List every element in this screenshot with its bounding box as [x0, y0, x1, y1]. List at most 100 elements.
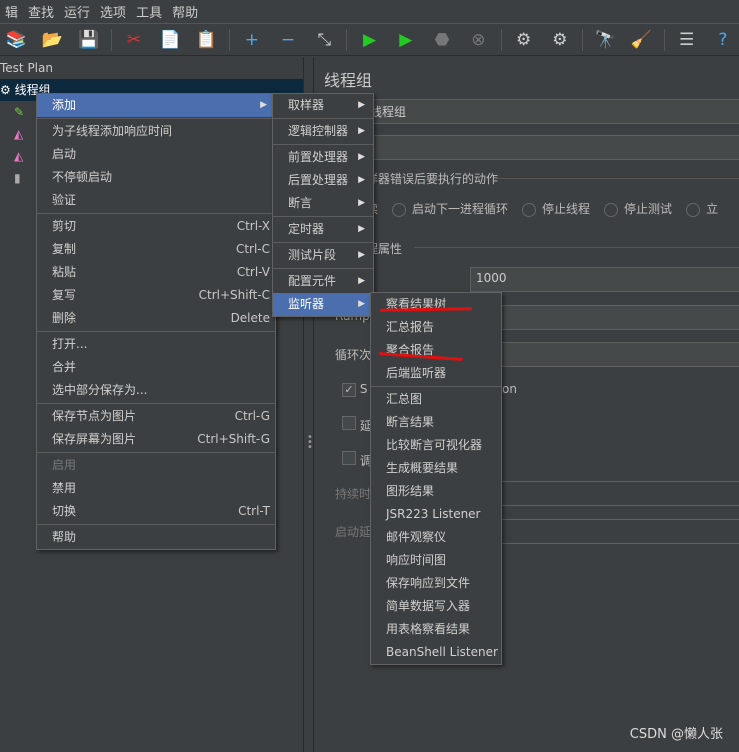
reset-search-button[interactable]: 🧹 [625, 26, 657, 54]
menu-item[interactable]: 删除 Delete [37, 307, 275, 330]
menu-item[interactable]: 后置处理器 ▶ [273, 169, 373, 192]
menu-item-label: 粘贴 [52, 265, 77, 279]
submenu-arrow-icon: ▶ [358, 152, 365, 162]
menu-separator [273, 268, 373, 269]
menu-item[interactable]: 保存屏幕为图片 Ctrl+Shift-G [37, 428, 275, 451]
menu-item[interactable]: 断言 ▶ [273, 192, 373, 215]
name-input[interactable]: 线程组 [364, 99, 739, 124]
toolbar-separator [582, 29, 583, 51]
menu-item[interactable]: BeanShell Listener [371, 641, 501, 664]
menu-1[interactable]: 查找 [23, 2, 59, 21]
tree-item-test-plan[interactable]: Test Plan [0, 57, 303, 79]
menu-item-label: 为子线程添加响应时间 [52, 124, 173, 138]
menu-item[interactable]: 后端监听器 [371, 362, 501, 385]
ramp-input[interactable] [470, 305, 739, 330]
menu-item-label: 汇总报告 [386, 320, 435, 334]
menu-item[interactable]: 测试片段 ▶ [273, 244, 373, 267]
stop-button[interactable]: ⬣ [426, 26, 458, 54]
menu-item-label: 复写 [52, 288, 77, 302]
menu-item[interactable]: 生成概要结果 [371, 457, 501, 480]
menu-item[interactable]: 复制 Ctrl-C [37, 238, 275, 261]
threads-input[interactable]: 1000 [470, 267, 739, 292]
menu-4[interactable]: 工具 [131, 2, 167, 21]
menu-item[interactable]: 为子线程添加响应时间 [37, 120, 275, 143]
toggle-button[interactable]: ⤡ [308, 26, 340, 54]
menu-item[interactable]: 打开... [37, 333, 275, 356]
menu-item[interactable]: 逻辑控制器 ▶ [273, 120, 373, 143]
menu-item[interactable]: 禁用 [37, 477, 275, 500]
menu-item[interactable]: 剪切 Ctrl-X [37, 215, 275, 238]
search-button[interactable]: 🔭 [589, 26, 621, 54]
menu-item[interactable]: 邮件观察仪 [371, 526, 501, 549]
clear-button[interactable]: ⚙ [507, 26, 539, 54]
radio-stop-now[interactable]: 立 [686, 200, 718, 217]
menu-item[interactable]: 帮助 [37, 526, 275, 549]
shortcut-label: Ctrl-C [235, 242, 270, 256]
templates-button[interactable]: 📚 [0, 26, 32, 54]
menu-item-label: 复制 [52, 242, 77, 256]
menu-item[interactable]: 切换 Ctrl-T [37, 500, 275, 523]
menu-item[interactable]: 合并 [37, 356, 275, 379]
menu-item[interactable]: 保存响应到文件 [371, 572, 501, 595]
menu-item[interactable]: 启动 [37, 143, 275, 166]
menu-item[interactable]: 图形结果 [371, 480, 501, 503]
graph-icon: ◭ [14, 149, 24, 163]
menu-item[interactable]: 响应时间图 [371, 549, 501, 572]
menu-item[interactable]: 汇总图 [371, 388, 501, 411]
menu-item[interactable]: 复写 Ctrl+Shift-C [37, 284, 275, 307]
reset-search-icon: 🧹 [630, 30, 652, 50]
function-helper-button[interactable]: ☰ [671, 26, 703, 54]
help-button[interactable]: ? [707, 26, 739, 54]
menu-item[interactable]: 定时器 ▶ [273, 218, 373, 241]
menu-item[interactable]: 选中部分保存为... [37, 379, 275, 402]
menu-item[interactable]: 添加 ▶ [37, 94, 275, 117]
delay-checkbox[interactable]: 延 [342, 416, 372, 434]
same-user-checkbox[interactable]: ✓ S [342, 382, 367, 397]
menu-item[interactable]: 断言结果 [371, 411, 501, 434]
menu-item[interactable]: 配置元件 ▶ [273, 270, 373, 293]
cut-button[interactable]: ✂ [118, 26, 150, 54]
open-button[interactable]: 📂 [36, 26, 68, 54]
menu-item[interactable]: 用表格察看结果 [371, 618, 501, 641]
menu-item[interactable]: 前置处理器 ▶ [273, 146, 373, 169]
menu-item[interactable]: JSR223 Listener [371, 503, 501, 526]
duration-input[interactable] [494, 481, 739, 506]
menu-3[interactable]: 选项 [95, 2, 131, 21]
shutdown-button[interactable]: ⊗ [462, 26, 494, 54]
expand-button[interactable]: + [236, 26, 268, 54]
loop-input[interactable] [470, 342, 739, 367]
menu-item-label: JSR223 Listener [386, 507, 481, 521]
start-no-pause-button[interactable]: ▶ [390, 26, 422, 54]
menu-item[interactable]: 粘贴 Ctrl-V [37, 261, 275, 284]
open-icon: 📂 [41, 30, 63, 50]
menu-2[interactable]: 运行 [59, 2, 95, 21]
scheduler-checkbox[interactable]: 调 [342, 451, 372, 469]
menu-item[interactable]: 汇总报告 [371, 316, 501, 339]
save-button[interactable]: 💾 [73, 26, 105, 54]
menu-item[interactable]: 取样器 ▶ [273, 94, 373, 117]
toolbar-separator [500, 29, 502, 51]
clear-all-button[interactable]: ⚙ [544, 26, 576, 54]
shortcut-label: Delete [230, 311, 270, 325]
radio-stop-test[interactable]: 停止测试 [604, 200, 672, 217]
menu-item[interactable]: 察看结果树 [371, 293, 501, 316]
menu-5[interactable]: 帮助 [167, 2, 203, 21]
menu-item[interactable]: 不停顿启动 [37, 166, 275, 189]
start-button[interactable]: ▶ [353, 26, 385, 54]
radio-stop-thread[interactable]: 停止线程 [522, 200, 590, 217]
radio-start-next-loop[interactable]: 启动下一进程循环 [392, 200, 508, 217]
comment-input[interactable] [364, 135, 739, 160]
menu-item[interactable]: 监听器 ▶ [273, 293, 373, 316]
menu-item[interactable]: 简单数据写入器 [371, 595, 501, 618]
collapse-button[interactable]: − [272, 26, 304, 54]
menu-item[interactable]: 保存节点为图片 Ctrl-G [37, 405, 275, 428]
startup-delay-input[interactable] [494, 519, 739, 544]
copy-button[interactable]: 📄 [154, 26, 186, 54]
menu-item[interactable]: 验证 [37, 189, 275, 212]
menu-item-label: 断言 [288, 196, 313, 210]
paste-button[interactable]: 📋 [190, 26, 222, 54]
menu-item[interactable]: 比较断言可视化器 [371, 434, 501, 457]
menu-item-label: 后端监听器 [386, 366, 447, 380]
menu-0[interactable]: 辑 [0, 2, 23, 21]
menu-item-label: 保存屏幕为图片 [52, 432, 137, 446]
